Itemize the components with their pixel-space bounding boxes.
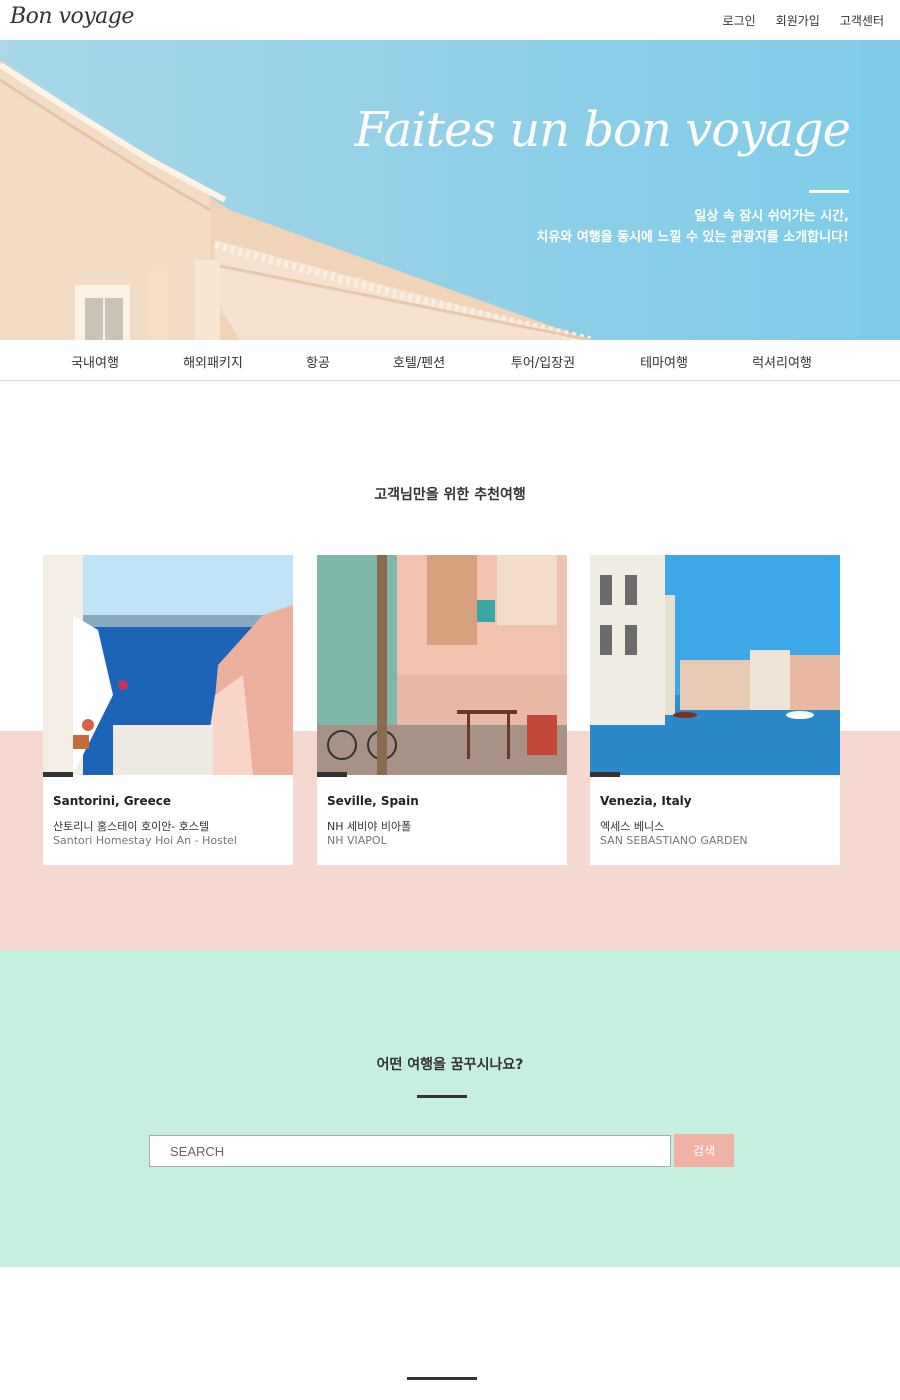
search-button[interactable]: 검색 xyxy=(674,1134,734,1167)
search-section: 어떤 여행을 꿈꾸시나요? 검색 xyxy=(0,950,900,1267)
nav-flights[interactable]: 항공 xyxy=(306,352,330,371)
nav-luxury-travel[interactable]: 럭셔리여행 xyxy=(752,352,812,371)
card-tab-marker xyxy=(590,772,620,777)
hero-divider xyxy=(809,190,849,193)
hero-title: Faites un bon voyage xyxy=(354,102,851,158)
card-seville[interactable]: Seville, Spain NH 세비야 비아폴 NH VIAPOL xyxy=(317,555,567,865)
card-korean-title: 산토리니 홈스테이 호이안- 호스텔 xyxy=(53,820,210,833)
card-english-title: NH VIAPOL xyxy=(327,834,387,847)
card-tab-marker xyxy=(317,772,347,777)
card-santorini[interactable]: Santorini, Greece 산토리니 홈스테이 호이안- 호스텔 San… xyxy=(43,555,293,865)
customer-center-link[interactable]: 고객센터 xyxy=(840,12,884,29)
card-korean-title: 엑세스 베니스 xyxy=(600,820,665,833)
footer-divider xyxy=(407,1377,477,1380)
hero-subtitle-line-1: 일상 속 잠시 쉬어가는 시간, xyxy=(694,209,849,224)
signup-link[interactable]: 회원가입 xyxy=(776,12,820,29)
card-english-title: Santori Homestay Hoi An - Hostel xyxy=(53,834,237,847)
nav-hotel-pension[interactable]: 호텔/펜션 xyxy=(393,352,445,371)
top-links: 로그인 회원가입 고객센터 xyxy=(723,12,884,29)
main-nav: 국내여행 해외패키지 항공 호텔/펜션 투어/입장권 테마여행 럭셔리여행 xyxy=(0,340,900,381)
seville-image xyxy=(317,555,567,775)
hero-subtitle-line-2: 치유와 여행을 동시에 느낄 수 있는 관광지를 소개합니다! xyxy=(536,230,849,245)
card-korean-title: NH 세비야 비아폴 xyxy=(327,820,412,833)
search-section-divider xyxy=(417,1095,467,1098)
card-tab-marker xyxy=(43,772,73,777)
login-link[interactable]: 로그인 xyxy=(723,12,756,29)
hero-building-image xyxy=(0,60,591,340)
card-venezia[interactable]: Venezia, Italy 엑세스 베니스 SAN SEBASTIANO GA… xyxy=(590,555,840,865)
site-header: Bon voyage 로그인 회원가입 고객센터 xyxy=(0,0,900,40)
search-input[interactable] xyxy=(149,1135,671,1167)
site-logo[interactable]: Bon voyage xyxy=(10,4,134,29)
santorini-image xyxy=(43,555,293,775)
hero-banner: Faites un bon voyage 일상 속 잠시 쉬어가는 시간, 치유… xyxy=(0,40,900,340)
search-section-title: 어떤 여행을 꿈꾸시나요? xyxy=(376,1057,524,1073)
card-name: Venezia, Italy xyxy=(600,794,692,808)
nav-tours-tickets[interactable]: 투어/입장권 xyxy=(511,352,575,371)
card-english-title: SAN SEBASTIANO GARDEN xyxy=(600,834,748,847)
hero-subtitle: 일상 속 잠시 쉬어가는 시간, 치유와 여행을 동시에 느낄 수 있는 관광지… xyxy=(536,206,849,248)
recommended-title: 고객님만을 위한 추천여행 xyxy=(374,487,526,503)
venezia-image xyxy=(590,555,840,775)
card-name: Seville, Spain xyxy=(327,794,419,808)
nav-theme-travel[interactable]: 테마여행 xyxy=(640,352,688,371)
nav-overseas-package[interactable]: 해외패키지 xyxy=(183,352,243,371)
nav-domestic[interactable]: 국내여행 xyxy=(71,352,119,371)
card-name: Santorini, Greece xyxy=(53,794,171,808)
